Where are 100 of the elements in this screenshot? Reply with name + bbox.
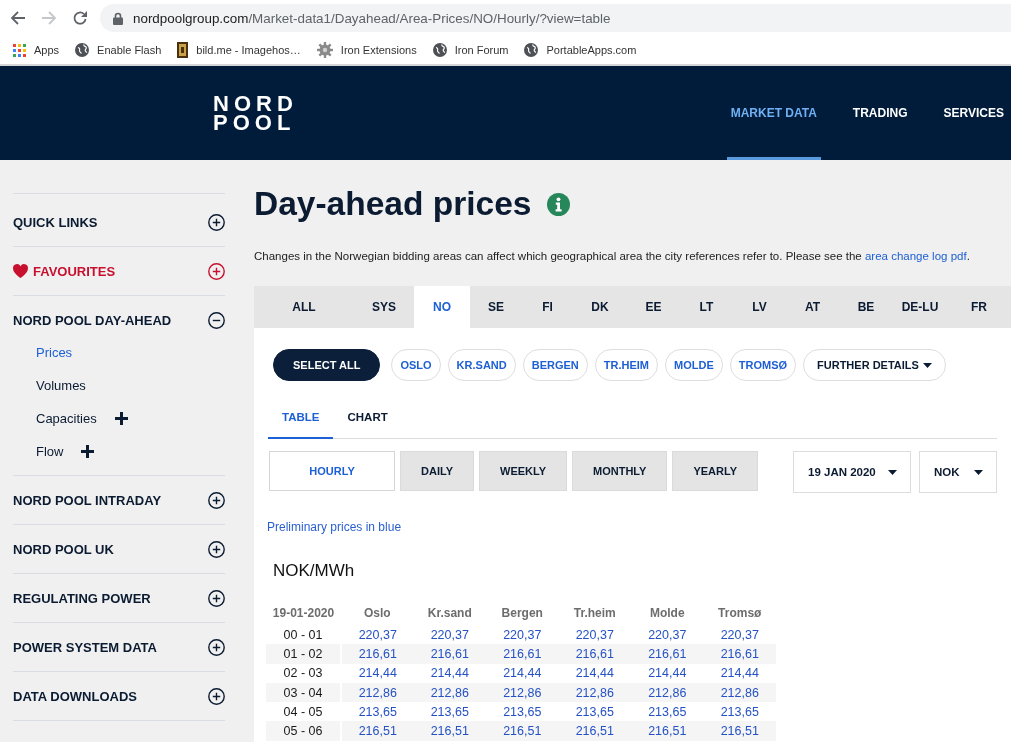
logo[interactable]: NORD POOL: [213, 94, 298, 132]
area-tab[interactable]: SYS: [354, 286, 414, 328]
column-header: 19-01-2020: [271, 605, 336, 622]
plus-icon[interactable]: [81, 445, 95, 458]
price-cell: 216,51: [558, 721, 631, 741]
area-change-log-link[interactable]: area change log pdf: [864, 250, 967, 262]
area-tab[interactable]: FR: [947, 286, 1011, 328]
city-filter-button[interactable]: OSLO: [391, 349, 441, 381]
area-tab[interactable]: LV: [733, 286, 786, 328]
bookmark-link[interactable]: Iron Forum: [428, 41, 513, 59]
legend-note: Preliminary prices in blue: [267, 519, 403, 535]
period-button[interactable]: WEEKLY: [479, 451, 568, 491]
hour-cell: 02 - 03: [266, 663, 341, 683]
city-filter-button[interactable]: TROMSØ: [729, 349, 797, 381]
period-button[interactable]: HOURLY: [269, 451, 395, 491]
hour-cell: 01 - 02: [266, 644, 341, 664]
plus-circle-icon[interactable]: [208, 638, 225, 656]
area-tab[interactable]: EE: [627, 286, 680, 328]
price-cell: 216,51: [341, 721, 414, 741]
sidebar-section-toggle[interactable]: NORD POOL DAY-AHEAD: [13, 296, 225, 344]
bookmark-link[interactable]: Iron Extensions: [312, 40, 421, 60]
bookmark-link[interactable]: Apps: [9, 41, 64, 59]
period-button[interactable]: DAILY: [400, 451, 474, 491]
sidebar-section-toggle[interactable]: FAVOURITES: [13, 247, 225, 295]
caret-down-icon: [974, 469, 983, 475]
price-cell: 220,37: [558, 625, 631, 645]
period-button[interactable]: MONTHLY: [572, 451, 668, 491]
area-tab[interactable]: SE: [470, 286, 522, 328]
bookmark-link[interactable]: bild.me - Imagehos…: [173, 40, 305, 60]
currency-dropdown[interactable]: NOK: [919, 451, 997, 493]
area-tab[interactable]: DE-LU: [893, 286, 947, 328]
area-tab[interactable]: LT: [680, 286, 733, 328]
city-filter-button[interactable]: SELECT ALL: [273, 349, 381, 381]
thumbnail-icon: [177, 42, 189, 58]
plus-circle-icon[interactable]: [208, 213, 225, 231]
sidebar-section-toggle[interactable]: REGULATING POWER: [13, 574, 225, 622]
nav-link[interactable]: SERVICES: [939, 66, 1008, 160]
city-filter-button[interactable]: KR.SAND: [447, 349, 516, 381]
view-tab[interactable]: CHART: [333, 396, 402, 439]
price-cell: 216,51: [631, 721, 704, 741]
area-tab[interactable]: FI: [522, 286, 573, 328]
price-cell: 212,86: [703, 682, 776, 703]
sidebar-link[interactable]: Capacities: [36, 411, 97, 426]
area-tab[interactable]: BE: [839, 286, 893, 328]
bookmark-link[interactable]: Enable Flash: [71, 41, 166, 59]
price-cell: 216,61: [558, 644, 631, 664]
price-cell: 213,65: [413, 702, 486, 722]
area-tab[interactable]: DK: [573, 286, 627, 328]
price-cell: 214,44: [413, 663, 486, 683]
sidebar-section-toggle[interactable]: DATA DOWNLOADS: [13, 672, 225, 720]
price-cell: 216,61: [631, 644, 704, 664]
price-cell: 212,86: [486, 682, 559, 703]
sidebar-link[interactable]: Flow: [36, 444, 64, 459]
price-cell: 214,44: [703, 663, 776, 683]
plus-circle-icon[interactable]: [208, 687, 225, 705]
hour-cell: 05 - 06: [266, 721, 341, 741]
city-filter-button[interactable]: TR.HEIM: [594, 349, 659, 381]
hour-cell: 04 - 05: [266, 702, 341, 722]
area-tab[interactable]: ALL: [254, 286, 354, 328]
column-header: Tromsø: [717, 605, 763, 622]
price-cell: 214,44: [486, 663, 559, 683]
area-tab[interactable]: NO: [414, 286, 470, 328]
price-cell: 214,44: [558, 663, 631, 683]
plus-icon[interactable]: [114, 412, 128, 425]
price-cell: 213,65: [486, 702, 559, 722]
sidebar-section-toggle[interactable]: NORD POOL INTRADAY: [13, 476, 225, 524]
sidebar-section-toggle[interactable]: NORD POOL UK: [13, 525, 225, 573]
period-button[interactable]: YEARLY: [672, 451, 759, 491]
sidebar-link[interactable]: Prices: [36, 345, 73, 360]
area-tab[interactable]: AT: [786, 286, 839, 328]
nav-link[interactable]: TRADING: [848, 66, 912, 160]
city-filter-button[interactable]: BERGEN: [522, 349, 588, 381]
nav-link[interactable]: MARKET DATA: [726, 66, 821, 160]
price-cell: 220,37: [341, 625, 414, 645]
notice-text: Changes in the Norwegian bidding areas can affect which geographical area the city references refer to. Please see the area change log pdf.: [254, 249, 971, 264]
bookmark-link[interactable]: PortableApps.com: [520, 41, 641, 59]
price-cell: 220,37: [413, 625, 486, 645]
caret-down-icon: [922, 362, 932, 368]
minus-circle-icon[interactable]: [208, 311, 225, 329]
plus-circle-icon[interactable]: [208, 589, 225, 607]
price-cell: 212,86: [558, 682, 631, 703]
globe-icon: [432, 43, 447, 57]
price-cell: 213,65: [558, 702, 631, 722]
plus-circle-icon[interactable]: [208, 491, 225, 509]
info-icon[interactable]: [547, 192, 571, 216]
price-cell: 213,65: [631, 702, 704, 722]
address-bar[interactable]: nordpoolgroup.com/Market-data1/Dayahead/Area-Prices/NO/Hourly/?view=table: [100, 4, 1011, 32]
price-cell: 216,61: [341, 644, 414, 664]
city-filter-button[interactable]: MOLDE: [665, 349, 723, 381]
price-cell: 216,61: [413, 644, 486, 664]
plus-circle-icon[interactable]: [208, 540, 225, 558]
column-header: Kr.sand: [426, 605, 473, 622]
sidebar-section-toggle[interactable]: QUICK LINKS: [13, 198, 225, 246]
view-tab[interactable]: TABLE: [268, 396, 334, 439]
sidebar-section-toggle[interactable]: POWER SYSTEM DATA: [13, 623, 225, 671]
price-cell: 212,86: [413, 682, 486, 703]
sidebar-link[interactable]: Volumes: [36, 378, 86, 393]
date-dropdown[interactable]: 19 JAN 2020: [793, 451, 911, 493]
price-cell: 212,86: [341, 682, 414, 703]
details-dropdown[interactable]: FURTHER DETAILS: [803, 349, 946, 381]
